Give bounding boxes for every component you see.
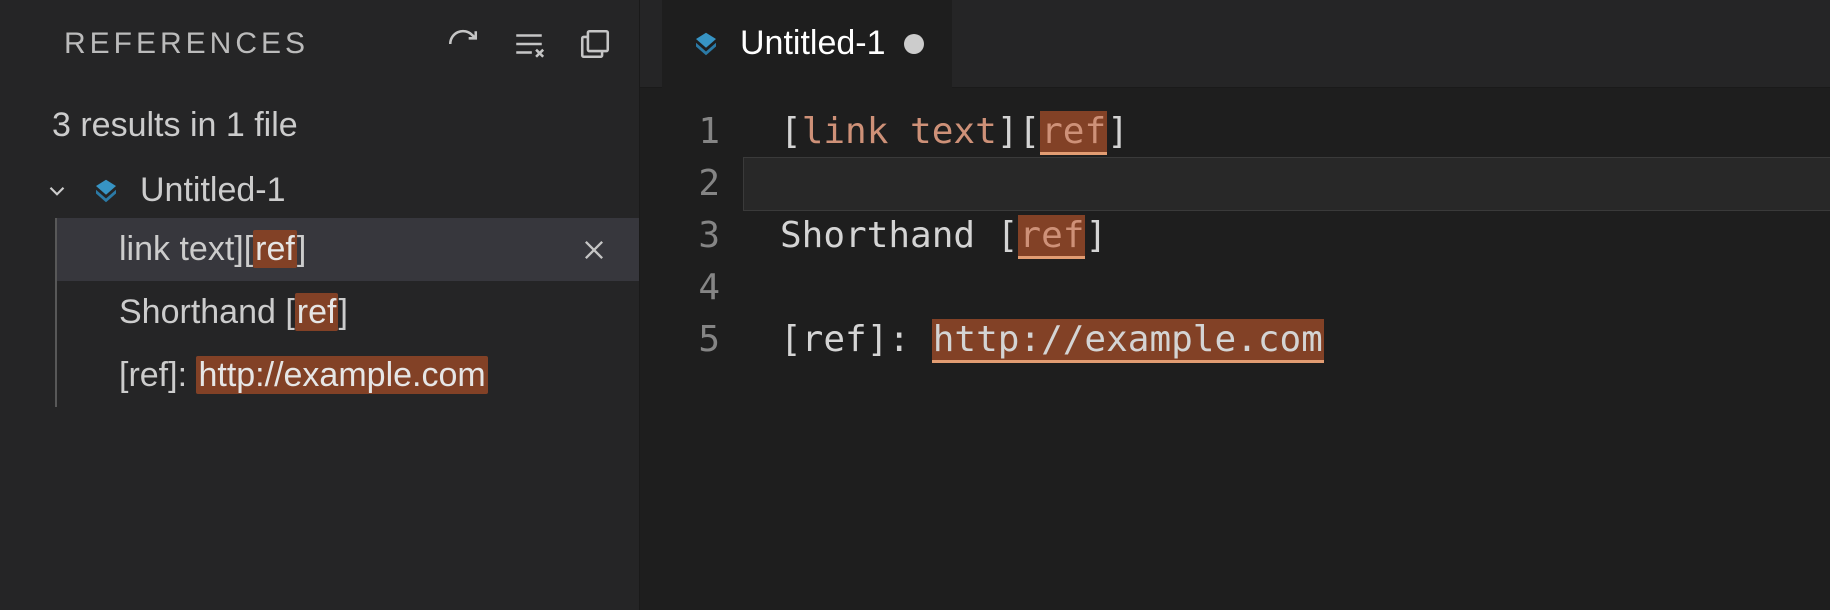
match-highlight: http://example.com <box>196 356 487 394</box>
code-line[interactable]: Shorthand [ref] <box>780 210 1830 262</box>
results-summary: 3 results in 1 file <box>0 88 639 163</box>
line-number: 2 <box>640 158 720 210</box>
code-token: [ref]: <box>780 319 932 360</box>
code-token: ] <box>1085 215 1107 256</box>
code-line[interactable] <box>744 158 1830 210</box>
line-number: 3 <box>640 210 720 262</box>
match-highlight: ref <box>253 230 297 268</box>
result-text: [ref]: http://example.com <box>119 356 488 395</box>
line-number: 4 <box>640 262 720 314</box>
code-token: ref <box>1040 111 1107 155</box>
file-name-label: Untitled-1 <box>140 171 286 210</box>
clear-list-icon[interactable] <box>509 24 549 64</box>
code-content[interactable]: [link text][ref]Shorthand [ref][ref]: ht… <box>744 106 1830 610</box>
results-list: link text][ref] Shorthand [ref] [ref]: htt… <box>57 218 639 407</box>
code-token: ref <box>1018 215 1085 259</box>
code-line[interactable] <box>780 262 1830 314</box>
new-window-icon[interactable] <box>575 24 615 64</box>
tree-guide: link text][ref] Shorthand [ref] [ref]: htt… <box>55 218 639 407</box>
references-panel: REFERENCES <box>0 0 640 610</box>
file-type-icon <box>690 28 722 60</box>
code-line[interactable]: [ref]: http://example.com <box>780 314 1830 366</box>
line-number: 5 <box>640 314 720 366</box>
result-row[interactable]: Shorthand [ref] <box>57 281 639 344</box>
refresh-icon[interactable] <box>443 24 483 64</box>
code-token: http://example.com <box>932 319 1324 363</box>
panel-title: REFERENCES <box>64 27 309 61</box>
match-highlight: ref <box>295 293 339 331</box>
result-text: link text][ref] <box>119 230 306 269</box>
code-token: Shorthand [ <box>780 215 1018 256</box>
chevron-down-icon[interactable] <box>42 176 72 206</box>
tab-bar: Untitled-1 <box>640 0 1830 88</box>
file-tree-item[interactable]: Untitled-1 <box>0 163 639 218</box>
code-line[interactable]: [link text][ref] <box>780 106 1830 158</box>
app-root: REFERENCES <box>0 0 1830 610</box>
dismiss-icon[interactable] <box>577 233 611 267</box>
code-token: [ <box>780 111 802 152</box>
dirty-indicator-icon <box>904 34 924 54</box>
result-row[interactable]: link text][ref] <box>57 218 639 281</box>
code-token: link text <box>802 111 997 152</box>
editor-area[interactable]: 12345 [link text][ref]Shorthand [ref][re… <box>640 88 1830 610</box>
result-text: Shorthand [ref] <box>119 293 348 332</box>
editor-group: Untitled-1 12345 [link text][ref]Shortha… <box>640 0 1830 610</box>
panel-actions <box>443 24 615 64</box>
panel-header: REFERENCES <box>0 0 639 88</box>
code-token: ][ <box>997 111 1040 152</box>
line-number-gutter: 12345 <box>640 106 744 610</box>
tab-untitled-1[interactable]: Untitled-1 <box>662 0 952 88</box>
code-token: ] <box>1107 111 1129 152</box>
tab-title-label: Untitled-1 <box>740 24 886 63</box>
file-type-icon <box>90 175 122 207</box>
result-row[interactable]: [ref]: http://example.com <box>57 344 639 407</box>
line-number: 1 <box>640 106 720 158</box>
